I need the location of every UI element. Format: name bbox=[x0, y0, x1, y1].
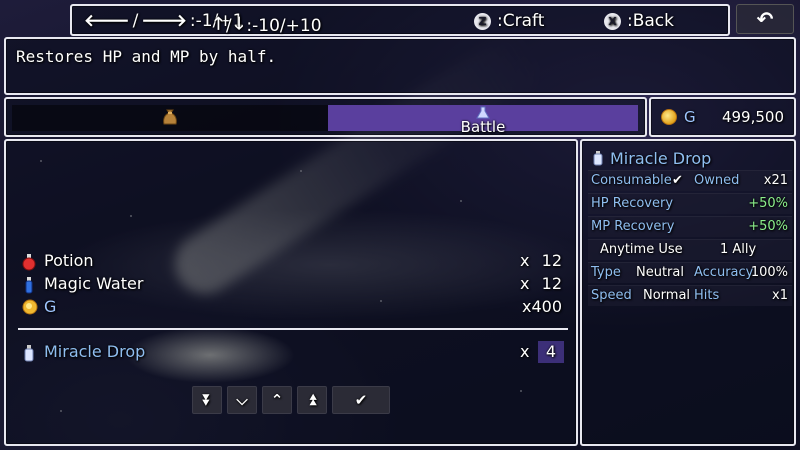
detail-row-type: Type Neutral Accuracy 100% bbox=[588, 262, 792, 283]
hits-label: Hits bbox=[694, 288, 720, 303]
increase-10-button[interactable]: ⏫︎ bbox=[297, 386, 327, 414]
ingredient-row: G x400 bbox=[22, 297, 562, 319]
ingredient-qty: 12 bbox=[541, 251, 562, 270]
gold-unit: G bbox=[684, 108, 696, 126]
craft-hint: Z :Craft bbox=[474, 11, 544, 31]
back-button[interactable]: ↶ bbox=[736, 4, 794, 34]
back-hint-text: :Back bbox=[627, 11, 674, 31]
detail-row-scope: Anytime Use 1 Ally bbox=[588, 239, 792, 260]
item-description: Restores HP and MP by half. bbox=[16, 47, 277, 66]
type-label: Type bbox=[591, 265, 621, 280]
detail-row-consumable: Consumable ✔ Owned x21 bbox=[588, 170, 792, 191]
divider bbox=[18, 328, 568, 330]
checkmark-icon: ✔ bbox=[354, 391, 368, 409]
result-row: Miracle Drop x 4 bbox=[22, 341, 564, 365]
occasion-value: Anytime Use bbox=[600, 242, 683, 257]
drop-bottle-icon bbox=[592, 150, 604, 170]
tab-items[interactable] bbox=[12, 105, 328, 131]
x-key-icon: X bbox=[604, 12, 621, 30]
speed-label: Speed bbox=[591, 288, 632, 303]
ingredient-name: G bbox=[44, 297, 57, 316]
vertical-hint-text: :-10/+10 bbox=[246, 15, 322, 36]
recipe-window: Potion x 12 Magic Water x 12 G x400 Mira… bbox=[4, 139, 578, 446]
arrow-left-icon: 🡐 bbox=[84, 11, 130, 31]
gold-value: 499,500 bbox=[721, 108, 784, 126]
ingredient-x: x bbox=[520, 274, 530, 293]
result-x: x bbox=[520, 342, 530, 361]
back-hint: X :Back bbox=[604, 11, 674, 31]
type-value: Neutral bbox=[636, 265, 684, 280]
detail-row-speed: Speed Normal Hits x1 bbox=[588, 285, 792, 306]
ingredient-qty: x400 bbox=[521, 297, 562, 316]
slash: / bbox=[225, 15, 232, 36]
gold-window: G 499,500 bbox=[649, 97, 796, 137]
chevron-up-icon: ⌃ bbox=[270, 391, 284, 409]
ingredient-row: Magic Water x 12 bbox=[22, 274, 562, 296]
help-bar: 🡐 / 🡒 :-1/+1 🡑 / 🡓 :-10/+10 Z :Craft X :… bbox=[70, 4, 730, 36]
detail-row-mp: MP Recovery +50% bbox=[588, 216, 792, 237]
arrow-down-icon: 🡓 bbox=[234, 14, 244, 34]
double-chevron-down-icon: ⏬︎ bbox=[203, 391, 211, 409]
decrease-10-button[interactable]: ⏬︎ bbox=[192, 386, 222, 414]
detail-title-text: Miracle Drop bbox=[610, 149, 712, 168]
ingredient-x: x bbox=[520, 251, 530, 270]
result-name: Miracle Drop bbox=[44, 342, 146, 361]
consumable-label: Consumable bbox=[591, 173, 672, 188]
arrow-right-icon: 🡒 bbox=[141, 11, 187, 31]
vertical-hint: 🡑 / 🡓 :-10/+10 bbox=[214, 11, 322, 40]
double-chevron-up-icon: ⏫︎ bbox=[308, 391, 316, 409]
checkmark-icon: ✔ bbox=[672, 173, 683, 188]
slash: / bbox=[132, 11, 139, 31]
red-potion-icon bbox=[22, 253, 36, 275]
accuracy-value: 100% bbox=[750, 265, 788, 280]
tab-battle-label: Battle bbox=[460, 118, 506, 136]
blue-potion-icon bbox=[22, 276, 36, 298]
detail-row-hp: HP Recovery +50% bbox=[588, 193, 792, 214]
tab-battle[interactable]: Battle bbox=[328, 105, 638, 136]
arrow-up-icon: 🡑 bbox=[214, 14, 223, 34]
confirm-button[interactable]: ✔ bbox=[332, 386, 390, 414]
increase-1-button[interactable]: ⌃ bbox=[262, 386, 292, 414]
owned-value: x21 bbox=[763, 173, 788, 188]
item-detail-window: Miracle Drop Consumable ✔ Owned x21 HP R… bbox=[580, 139, 796, 446]
gold-coin-icon bbox=[22, 299, 38, 319]
category-tabs: Battle bbox=[4, 97, 647, 137]
z-key-icon: Z bbox=[474, 12, 491, 30]
quantity-field[interactable]: 4 bbox=[538, 341, 564, 363]
description-window: Restores HP and MP by half. bbox=[4, 37, 796, 95]
owned-label: Owned bbox=[694, 173, 740, 188]
gold-coin-icon bbox=[661, 109, 677, 125]
mp-label: MP Recovery bbox=[591, 219, 675, 234]
speed-value: Normal bbox=[643, 288, 691, 303]
mp-value: +50% bbox=[748, 219, 788, 234]
ingredient-row: Potion x 12 bbox=[22, 251, 562, 273]
hp-value: +50% bbox=[748, 196, 788, 211]
hp-label: HP Recovery bbox=[591, 196, 674, 211]
ingredient-name: Magic Water bbox=[44, 274, 144, 293]
accuracy-label: Accuracy bbox=[694, 265, 754, 280]
ingredient-qty: 12 bbox=[541, 274, 562, 293]
return-arrow-icon: ↶ bbox=[756, 7, 774, 31]
hits-value: x1 bbox=[772, 288, 788, 303]
chevron-down-icon: ⌵ bbox=[236, 391, 248, 409]
drop-bottle-icon bbox=[22, 344, 36, 366]
scope-value: 1 Ally bbox=[720, 242, 757, 257]
decrease-1-button[interactable]: ⌵ bbox=[227, 386, 257, 414]
ingredient-name: Potion bbox=[44, 251, 94, 270]
craft-hint-text: :Craft bbox=[497, 11, 545, 31]
bag-icon bbox=[162, 108, 178, 130]
